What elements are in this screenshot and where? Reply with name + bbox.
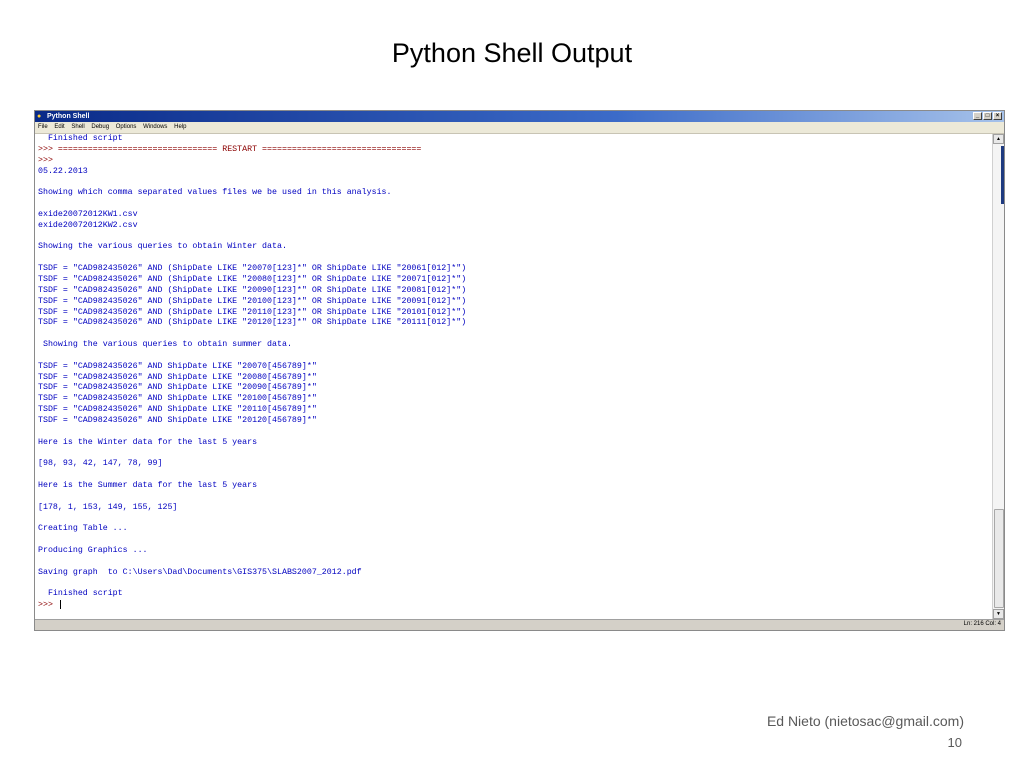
shell-line: >>> ================================ RES… xyxy=(38,144,422,154)
shell-line: Showing which comma separated values fil… xyxy=(38,188,392,198)
window-title: Python Shell xyxy=(47,113,90,120)
scroll-up-icon[interactable]: ▲ xyxy=(993,134,1004,144)
shell-line xyxy=(38,557,992,568)
shell-line: TSDF = "CAD982435026" AND (ShipDate LIKE… xyxy=(38,274,467,284)
shell-line xyxy=(38,579,992,590)
menu-file[interactable]: File xyxy=(38,122,48,133)
shell-line xyxy=(38,427,992,438)
shell-line: TSDF = "CAD982435026" AND ShipDate LIKE … xyxy=(38,405,317,415)
window-controls: _ □ × xyxy=(973,112,1002,120)
slide-title: Python Shell Output xyxy=(391,38,633,68)
shell-line: Producing Graphics ... xyxy=(38,546,148,556)
shell-line xyxy=(38,232,992,243)
window-titlebar[interactable]: ● Python Shell _ □ × xyxy=(35,111,1004,122)
shell-line: [98, 93, 42, 147, 78, 99] xyxy=(38,459,163,469)
minimize-icon[interactable]: _ xyxy=(973,112,982,120)
menu-shell[interactable]: Shell xyxy=(71,122,84,133)
scroll-down-icon[interactable]: ▼ xyxy=(993,609,1004,619)
menu-bar: File Edit Shell Debug Options Windows He… xyxy=(35,122,1004,134)
text-cursor xyxy=(59,600,61,610)
shell-line: TSDF = "CAD982435026" AND (ShipDate LIKE… xyxy=(38,296,467,306)
menu-options[interactable]: Options xyxy=(116,122,137,133)
shell-line xyxy=(38,253,992,264)
shell-line: [178, 1, 153, 149, 155, 125] xyxy=(38,502,178,512)
scroll-position-marker xyxy=(1001,146,1004,204)
shell-line: 05.22.2013 xyxy=(38,166,88,176)
shell-line: TSDF = "CAD982435026" AND (ShipDate LIKE… xyxy=(38,318,467,328)
shell-line xyxy=(38,448,992,459)
slide-page-number: 10 xyxy=(947,735,962,750)
shell-line: >>> xyxy=(38,600,992,611)
shell-line: TSDF = "CAD982435026" AND (ShipDate LIKE… xyxy=(38,307,467,317)
cursor-position: Ln: 216 Col: 4 xyxy=(963,621,1001,627)
shell-line: exide20072012KW2.csv xyxy=(38,220,138,230)
vertical-scrollbar[interactable]: ▲ ▼ xyxy=(992,134,1004,619)
shell-line: exide20072012KW1.csv xyxy=(38,209,138,219)
python-app-icon: ● xyxy=(37,113,42,120)
shell-line: TSDF = "CAD982435026" AND ShipDate LIKE … xyxy=(38,372,317,382)
shell-line xyxy=(38,514,992,525)
menu-edit[interactable]: Edit xyxy=(54,122,64,133)
shell-line xyxy=(38,177,992,188)
scroll-thumb[interactable] xyxy=(994,509,1004,608)
shell-line: Finished script xyxy=(38,134,123,143)
shell-line: TSDF = "CAD982435026" AND ShipDate LIKE … xyxy=(38,383,317,393)
shell-line: Here is the Winter data for the last 5 y… xyxy=(38,437,258,447)
shell-line xyxy=(38,351,992,362)
shell-line: Saving graph to C:\Users\Dad\Documents\G… xyxy=(38,567,362,577)
shell-line xyxy=(38,535,992,546)
shell-line: TSDF = "CAD982435026" AND ShipDate LIKE … xyxy=(38,394,317,404)
shell-line: Showing the various queries to obtain su… xyxy=(38,340,292,350)
slide-author: Ed Nieto (nietosac@gmail.com) xyxy=(766,713,964,729)
menu-debug[interactable]: Debug xyxy=(91,122,109,133)
close-icon[interactable]: × xyxy=(993,112,1002,120)
shell-line: Here is the Summer data for the last 5 y… xyxy=(38,481,258,490)
shell-line: Showing the various queries to obtain Wi… xyxy=(38,242,287,252)
maximize-icon[interactable]: □ xyxy=(983,112,992,120)
shell-line: TSDF = "CAD982435026" AND (ShipDate LIKE… xyxy=(38,285,467,295)
shell-output-area[interactable]: Finished script >>> =====================… xyxy=(35,134,992,619)
menu-windows[interactable]: Windows xyxy=(143,122,167,133)
python-shell-window[interactable]: ● Python Shell _ □ × File Edit Shell Deb… xyxy=(34,110,1005,631)
menu-help[interactable]: Help xyxy=(174,122,186,133)
shell-line xyxy=(38,492,992,503)
shell-line xyxy=(38,329,992,340)
shell-line: TSDF = "CAD982435026" AND ShipDate LIKE … xyxy=(38,415,317,425)
shell-line: Finished script xyxy=(38,589,123,599)
shell-line: >>> xyxy=(38,155,53,165)
shell-line xyxy=(38,199,992,210)
status-bar: Ln: 216 Col: 4 xyxy=(35,619,1004,630)
shell-line: TSDF = "CAD982435026" AND (ShipDate LIKE… xyxy=(38,264,467,274)
shell-line: Creating Table ... xyxy=(38,524,128,534)
shell-line: TSDF = "CAD982435026" AND ShipDate LIKE … xyxy=(38,361,317,371)
shell-line xyxy=(38,470,992,481)
